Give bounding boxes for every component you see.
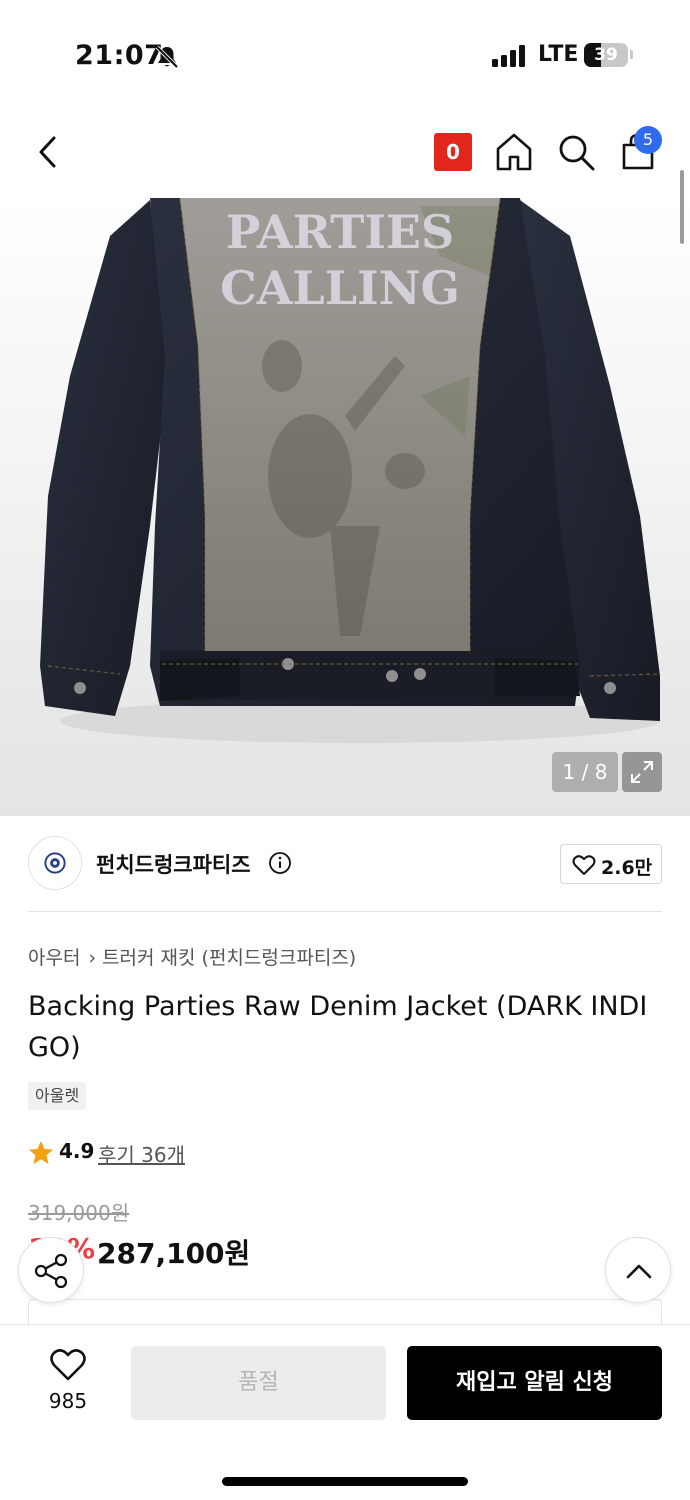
battery-tip	[630, 50, 633, 59]
original-price: 319,000원	[28, 1201, 130, 1225]
brand-like-button[interactable]: 2.6만	[560, 844, 662, 884]
soldout-button[interactable]: 품절	[131, 1346, 386, 1420]
status-bar: 21:07 LTE 39	[0, 0, 690, 110]
expand-icon[interactable]	[622, 752, 662, 792]
rating-value: 4.9	[59, 1139, 95, 1163]
chevron-up-icon	[626, 1264, 652, 1279]
battery-level: 39	[594, 45, 618, 65]
status-time: 21:07	[75, 40, 164, 71]
heart-icon	[572, 855, 596, 875]
brand-logo[interactable]	[28, 836, 82, 890]
info-icon[interactable]	[268, 851, 292, 875]
breadcrumb: 아우터 › 트러커 재킷 (펀치드렁크파티즈)	[28, 943, 356, 970]
chevron-right-icon: ›	[88, 947, 97, 969]
breadcrumb-category[interactable]: 아우터	[28, 947, 80, 969]
restock-alert-button[interactable]: 재입고 알림 신청	[407, 1346, 662, 1420]
heart-icon[interactable]	[50, 1348, 86, 1382]
signal-icon	[492, 45, 526, 67]
brand-name[interactable]: 펀치드렁크파티즈	[96, 849, 251, 879]
divider	[28, 911, 662, 912]
wish-count: 985	[48, 1389, 88, 1413]
sale-price: 287,100원	[97, 1237, 251, 1270]
home-indicator	[222, 1477, 468, 1486]
share-button[interactable]	[18, 1237, 84, 1303]
product-image-carousel[interactable]: PARTIES CALLING	[0, 196, 690, 816]
artwork-text-bottom: CALLING	[220, 261, 460, 315]
outlet-tag: 아울렛	[28, 1082, 87, 1110]
cart-count-badge: 5	[634, 126, 662, 154]
scroll-top-button[interactable]	[605, 1237, 671, 1303]
network-type: LTE	[538, 42, 579, 67]
battery-icon: 39	[584, 43, 628, 67]
brand-badge-button[interactable]: 0	[434, 133, 472, 171]
top-nav: 0	[0, 120, 690, 184]
image-counter: 1 / 8	[552, 752, 618, 792]
reviews-link[interactable]: 후기 36개	[98, 1139, 185, 1168]
product-image: PARTIES CALLING	[40, 198, 661, 743]
scrollbar[interactable]	[680, 170, 684, 244]
bell-off-icon	[155, 45, 179, 69]
share-icon	[34, 1253, 68, 1289]
back-chevron-icon[interactable]	[30, 130, 70, 174]
star-icon	[29, 1141, 53, 1164]
breadcrumb-subcategory[interactable]: 트러커 재킷 (펀치드렁크파티즈)	[102, 947, 356, 969]
artwork-text-top: PARTIES	[226, 205, 454, 259]
search-icon[interactable]	[556, 132, 596, 172]
product-title: Backing Parties Raw Denim Jacket (DARK I…	[28, 991, 648, 1063]
brand-like-count: 2.6만	[601, 857, 653, 879]
home-icon[interactable]	[494, 131, 534, 173]
